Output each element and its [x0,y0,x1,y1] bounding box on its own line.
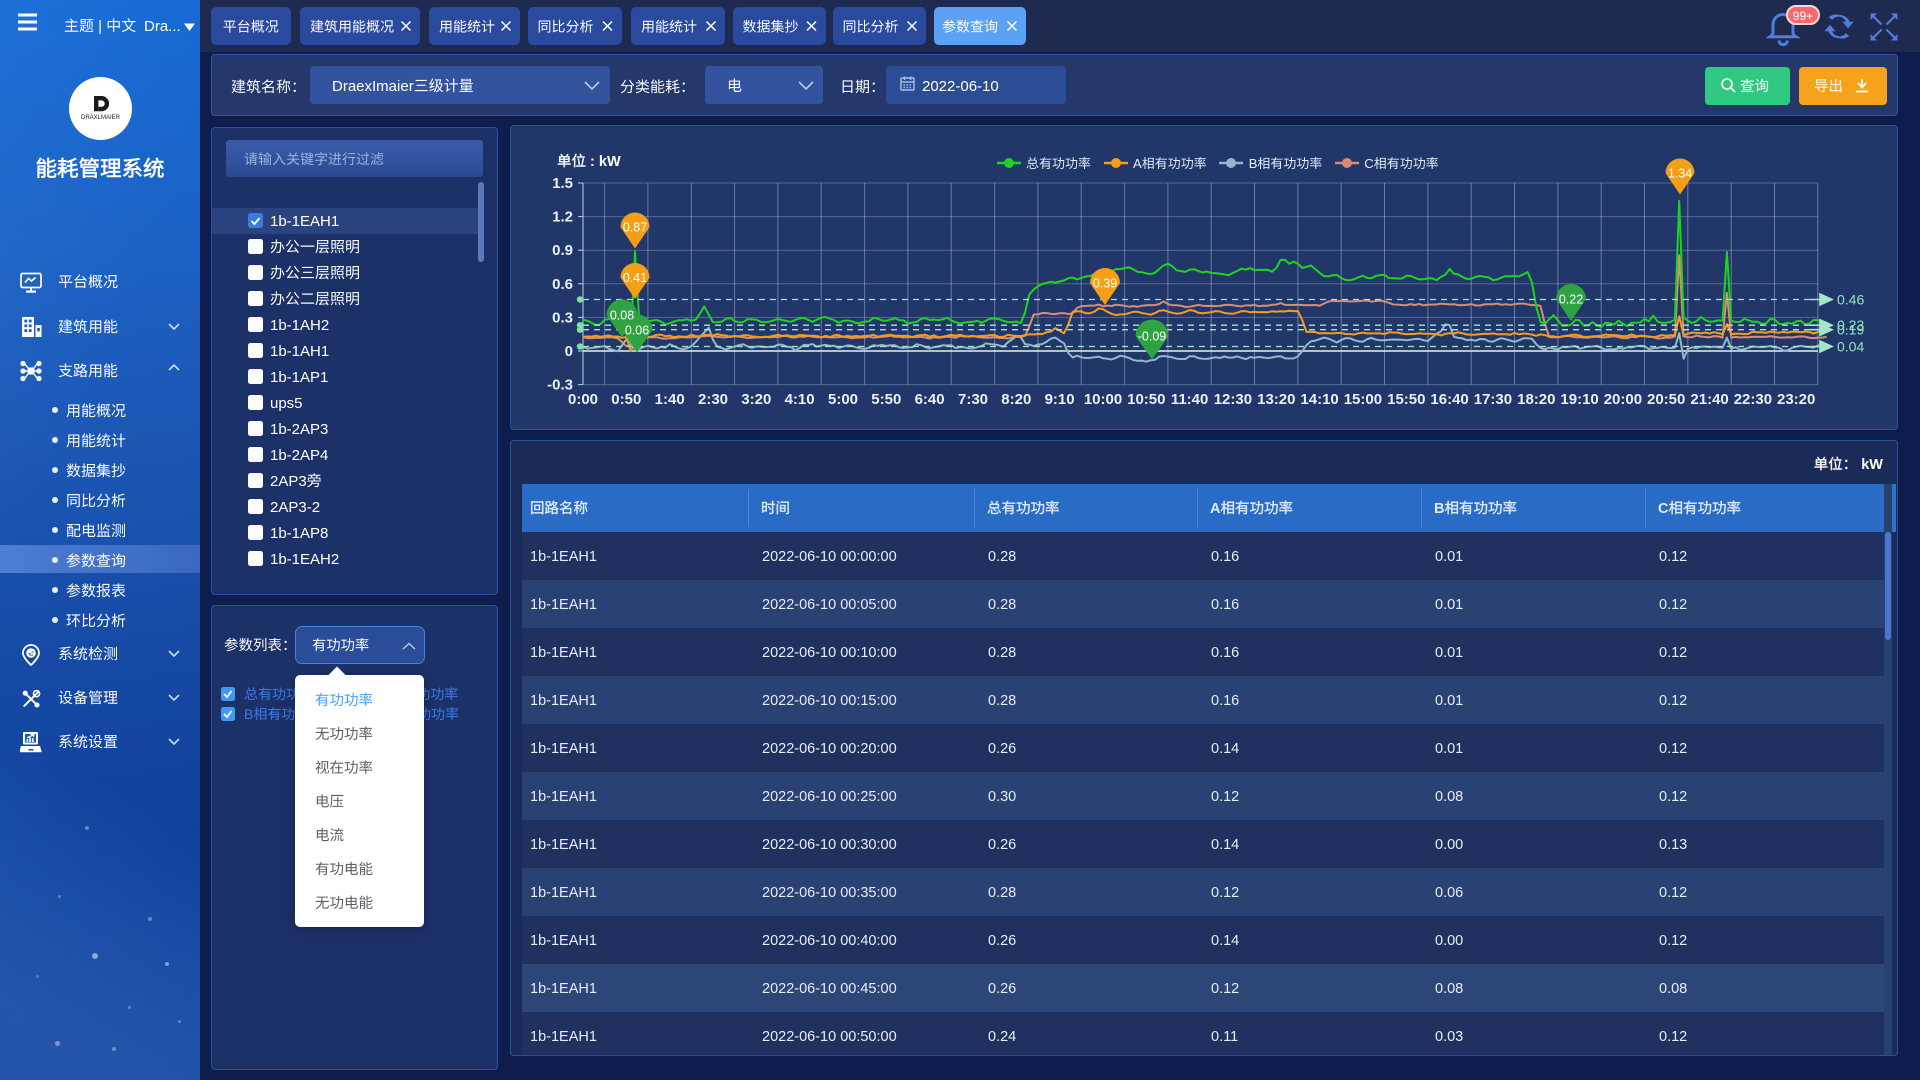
svg-text:8:20: 8:20 [1001,391,1031,408]
svg-text:3:20: 3:20 [741,391,771,408]
svg-text:23:20: 23:20 [1777,391,1815,408]
svg-text:20:50: 20:50 [1647,391,1685,408]
svg-text:17:30: 17:30 [1474,391,1512,408]
svg-text:0.9: 0.9 [552,242,573,259]
svg-text:0.87: 0.87 [623,221,647,235]
svg-text:20:00: 20:00 [1604,391,1642,408]
svg-text:18:20: 18:20 [1517,391,1555,408]
svg-text:15:00: 15:00 [1344,391,1382,408]
svg-text:0:50: 0:50 [611,391,641,408]
svg-text:1.5: 1.5 [552,175,573,192]
svg-text:10:50: 10:50 [1127,391,1165,408]
svg-text:0: 0 [565,343,573,360]
svg-text:19:10: 19:10 [1560,391,1598,408]
svg-text:14:10: 14:10 [1300,391,1338,408]
svg-text:15:50: 15:50 [1387,391,1425,408]
svg-text:4:10: 4:10 [785,391,815,408]
svg-text:0.6: 0.6 [552,276,573,293]
svg-text:0.22: 0.22 [1559,293,1583,307]
svg-text:16:40: 16:40 [1430,391,1468,408]
svg-text:0.19: 0.19 [1837,322,1864,338]
svg-text:6:40: 6:40 [915,391,945,408]
svg-text:10:00: 10:00 [1084,391,1122,408]
svg-text:7:30: 7:30 [958,391,988,408]
svg-text:DRÄXLMAIER: DRÄXLMAIER [81,114,121,121]
svg-text:1:40: 1:40 [655,391,685,408]
svg-text:0.3: 0.3 [552,309,573,326]
svg-text:0.46: 0.46 [1837,292,1864,308]
svg-text:9:10: 9:10 [1045,391,1075,408]
svg-text:21:40: 21:40 [1690,391,1728,408]
svg-text:-0.09: -0.09 [1138,330,1167,344]
svg-text:22:30: 22:30 [1734,391,1772,408]
svg-text:0.06: 0.06 [625,324,649,338]
svg-text:0:00: 0:00 [568,391,598,408]
svg-text:1.34: 1.34 [1668,167,1692,181]
svg-text:12:30: 12:30 [1214,391,1252,408]
svg-text:1.2: 1.2 [552,209,573,226]
svg-text:5:00: 5:00 [828,391,858,408]
svg-text:11:40: 11:40 [1171,391,1209,408]
svg-text:0.04: 0.04 [1837,339,1864,355]
svg-text:0.08: 0.08 [610,309,634,323]
svg-text:0.41: 0.41 [623,271,647,285]
svg-text:2:30: 2:30 [698,391,728,408]
svg-text:0.39: 0.39 [1093,277,1117,291]
svg-text:5:50: 5:50 [871,391,901,408]
svg-text:13:20: 13:20 [1257,391,1295,408]
